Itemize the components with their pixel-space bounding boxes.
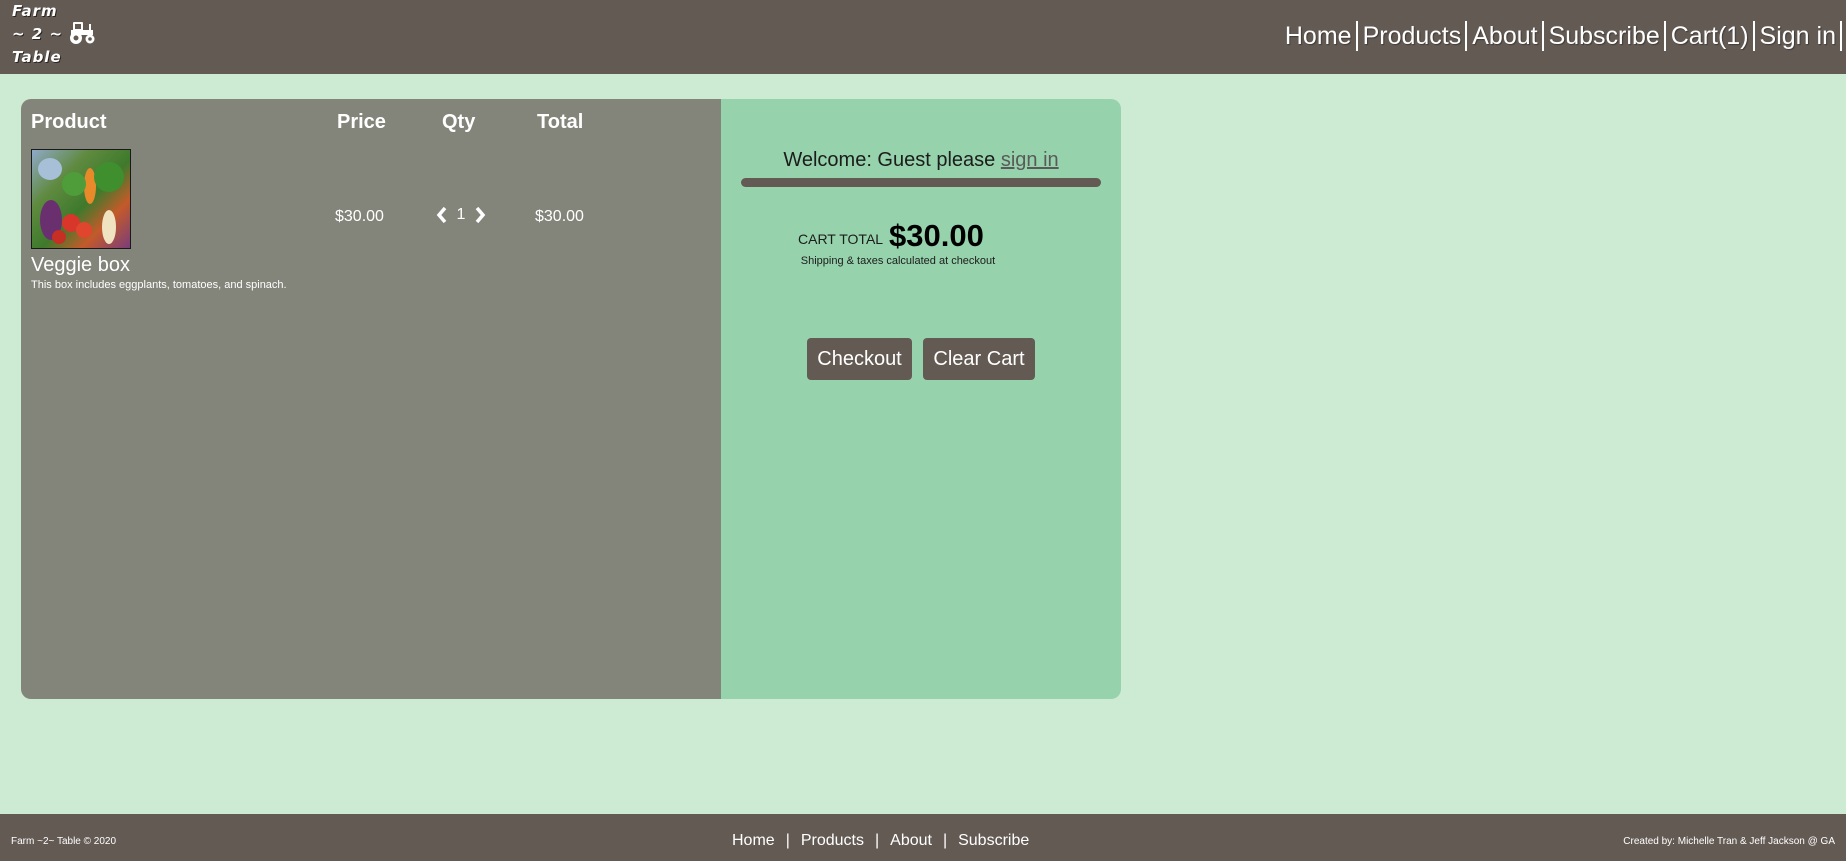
footer-nav: Home | Products | About | Subscribe (732, 832, 1029, 850)
item-total: $30.00 (535, 208, 584, 225)
nav-home[interactable]: Home (1280, 21, 1358, 51)
footer-separator: | (874, 832, 880, 849)
cart-summary-panel (721, 99, 1121, 699)
logo-text-farm: Farm (12, 2, 58, 20)
quantity-value: 1 (456, 206, 466, 223)
product-image (31, 149, 131, 249)
top-navbar: Farm ~ 2 ~ Table Home Products About Sub… (0, 0, 1846, 74)
increase-qty-button[interactable] (472, 204, 488, 226)
nav-cart[interactable]: Cart(1) (1666, 21, 1755, 51)
welcome-divider (741, 178, 1101, 187)
cart-total-value: $30.00 (889, 218, 984, 253)
footer-nav-subscribe[interactable]: Subscribe (958, 832, 1029, 850)
product-name: Veggie box (31, 254, 130, 276)
site-logo[interactable]: Farm ~ 2 ~ Table (12, 1, 102, 67)
footer-copyright: Farm ~2~ Table © 2020 (11, 836, 117, 847)
column-header-total: Total (537, 111, 584, 133)
item-price: $30.00 (335, 208, 384, 225)
clear-cart-button[interactable]: Clear Cart (923, 338, 1035, 380)
logo-text-table: Table (12, 48, 62, 66)
footer-nav-home[interactable]: Home (732, 832, 775, 850)
column-header-qty: Qty (442, 111, 476, 133)
logo-text-2: ~ 2 ~ (12, 25, 64, 43)
nav-subscribe[interactable]: Subscribe (1544, 21, 1666, 51)
shipping-note: Shipping & taxes calculated at checkout (800, 255, 996, 267)
chevron-left-icon (436, 206, 447, 224)
checkout-button[interactable]: Checkout (807, 338, 912, 380)
footer-credits: Created by: Michelle Tran & Jeff Jackson… (1623, 836, 1835, 847)
welcome-message: Welcome: Guest please sign in (740, 149, 1102, 172)
decrease-qty-button[interactable] (434, 204, 450, 226)
footer-nav-about[interactable]: About (890, 832, 932, 850)
chevron-right-icon (475, 206, 486, 224)
sign-in-link[interactable]: sign in (1001, 149, 1059, 171)
product-description: This box includes eggplants, tomatoes, a… (31, 279, 287, 291)
footer-separator: | (785, 832, 790, 849)
welcome-text: Welcome: Guest please (783, 149, 1001, 171)
footer-separator: | (942, 832, 948, 849)
nav-about[interactable]: About (1467, 21, 1544, 51)
column-header-product: Product (31, 111, 107, 133)
cart-total-label: CART TOTAL (798, 231, 884, 247)
tractor-icon (70, 22, 95, 44)
main-nav: Home Products About Subscribe Cart(1) Si… (1280, 19, 1842, 53)
quantity-stepper: 1 (434, 203, 488, 227)
nav-sign-in[interactable]: Sign in (1755, 21, 1842, 51)
footer-nav-products[interactable]: Products (801, 832, 864, 850)
nav-products[interactable]: Products (1358, 21, 1468, 51)
column-header-price: Price (337, 111, 386, 133)
